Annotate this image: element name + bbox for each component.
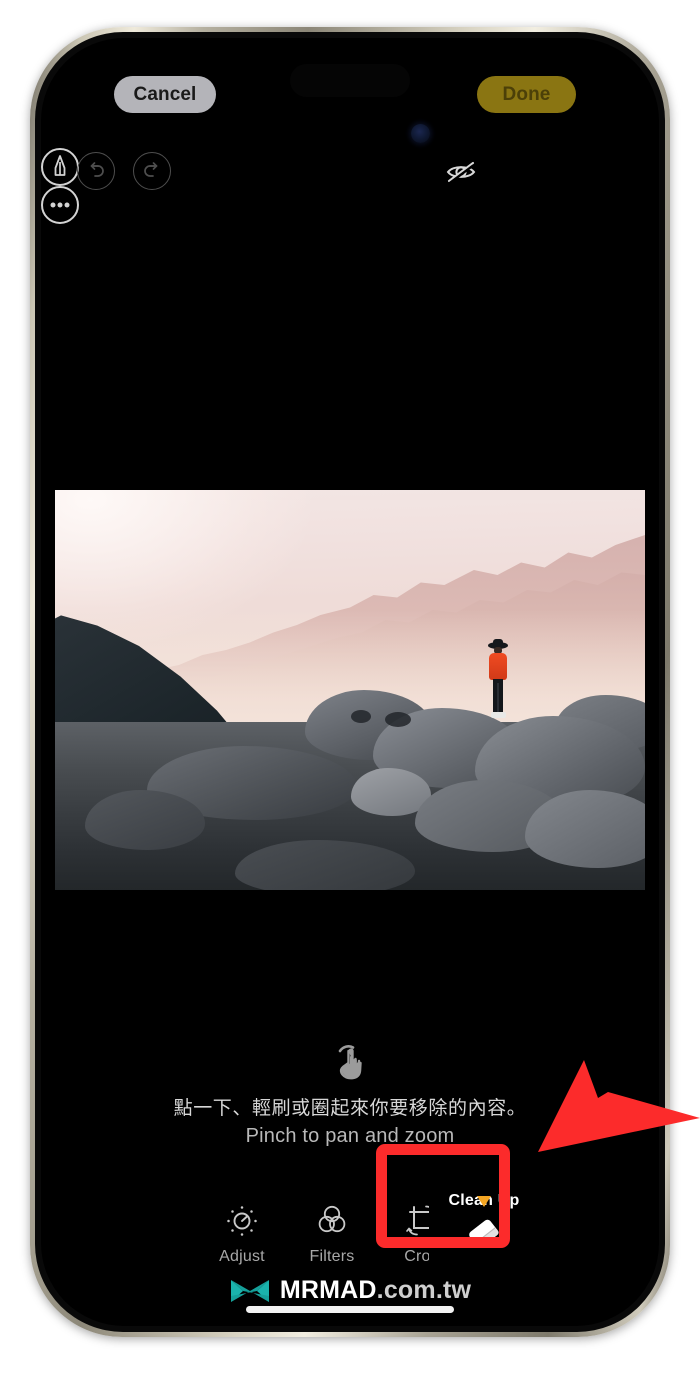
red-jacket [489,653,507,680]
tool-adjust[interactable]: Adjust [196,1198,288,1266]
editor-icon-row [41,148,659,224]
tool-filters[interactable]: Filters [286,1198,378,1266]
annotation-arrow-icon [500,1060,700,1190]
home-indicator[interactable] [246,1306,454,1313]
screenshot-canvas: Cancel Done 點一下、輕刷或圈起來你要移除的內容。 Pinch to … [0,0,700,1390]
filters-circles-icon [286,1198,378,1244]
rock-hollow [385,712,411,727]
photo-image[interactable] [55,490,645,890]
photo-canvas[interactable] [55,490,645,890]
rock-hollow [351,710,371,723]
site-watermark: MRMAD.com.tw [41,1276,659,1305]
redo-icon[interactable] [133,152,171,190]
watermark-suffix: .com.tw [376,1276,472,1304]
eraser-icon [461,1214,507,1254]
tool-label: Adjust [219,1248,265,1265]
tool-clean-up[interactable]: Clean Up [429,1190,539,1278]
shoes [491,712,506,718]
hide-markup-icon[interactable] [441,152,481,192]
watermark-text: MRMAD.com.tw [280,1276,471,1305]
tool-label: Filters [309,1248,355,1265]
editor-toolbar: Adjust Filters Crop Clean Up [41,1190,659,1286]
person-in-photo [485,639,511,730]
watermark-brand: MRMAD [279,1276,377,1304]
mrmad-logo-icon [229,1278,271,1304]
editor-top-bar: Cancel Done [41,74,659,120]
more-options-icon[interactable] [41,186,79,224]
front-camera-icon [411,124,430,143]
apple-intelligence-triangle-icon [477,1196,491,1207]
adjust-dial-icon [196,1198,288,1244]
done-button[interactable]: Done [477,76,576,113]
markup-pen-icon[interactable] [41,148,79,186]
tap-hand-icon [327,1038,373,1084]
cancel-button[interactable]: Cancel [114,76,216,113]
undo-icon[interactable] [77,152,115,190]
legs [493,679,503,713]
